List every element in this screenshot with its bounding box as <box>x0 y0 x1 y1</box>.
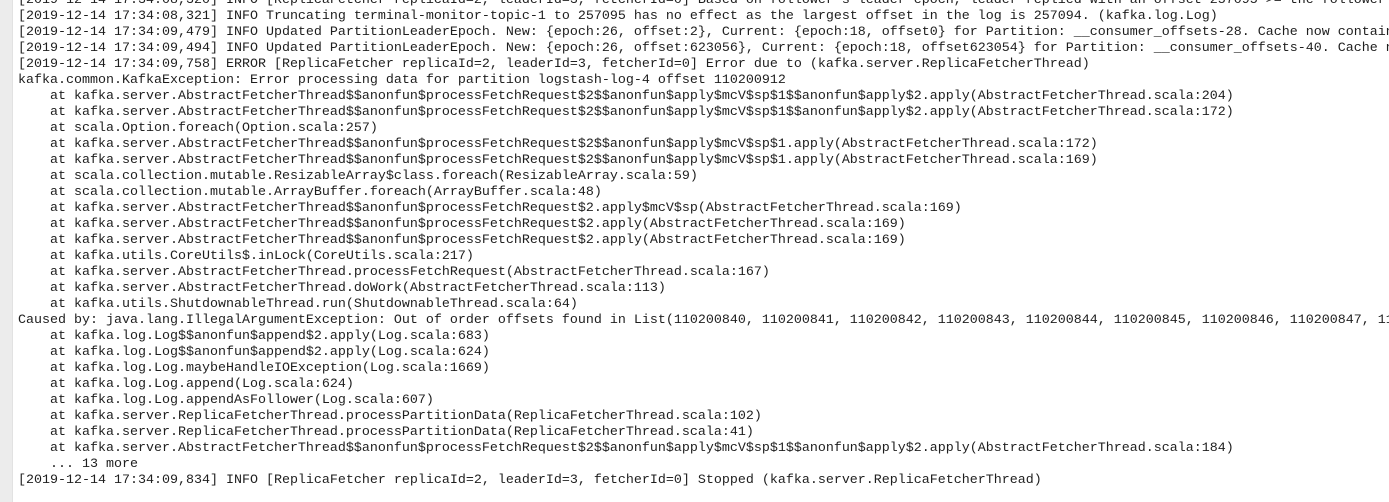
log-line: [2019-12-14 17:34:08,320] INFO [ReplicaF… <box>18 0 1389 8</box>
log-line: at scala.collection.mutable.ResizableArr… <box>18 169 698 184</box>
log-line: at kafka.server.AbstractFetcherThread$$a… <box>18 153 1098 168</box>
log-line: at kafka.log.Log.appendAsFollower(Log.sc… <box>18 393 434 408</box>
log-text-area[interactable]: [2019-12-14 17:34:08,320] INFO [ReplicaF… <box>18 0 1389 489</box>
log-line: at kafka.server.AbstractFetcherThread$$a… <box>18 201 962 216</box>
log-line: at kafka.utils.CoreUtils$.inLock(CoreUti… <box>18 249 474 264</box>
editor-gutter <box>0 0 13 502</box>
log-line: at kafka.server.AbstractFetcherThread.pr… <box>18 265 770 280</box>
log-line: [2019-12-14 17:34:08,321] INFO Truncatin… <box>18 9 1218 24</box>
log-line: at scala.collection.mutable.ArrayBuffer.… <box>18 185 602 200</box>
log-line: kafka.common.KafkaException: Error proce… <box>18 73 786 88</box>
log-line: at kafka.log.Log.maybeHandleIOException(… <box>18 361 490 376</box>
log-line: at kafka.server.AbstractFetcherThread$$a… <box>18 217 906 232</box>
log-line: at kafka.server.ReplicaFetcherThread.pro… <box>18 425 754 440</box>
log-line: at kafka.log.Log$$anonfun$append$2.apply… <box>18 345 490 360</box>
log-line: Caused by: java.lang.IllegalArgumentExce… <box>18 313 1389 328</box>
log-line: at kafka.server.AbstractFetcherThread$$a… <box>18 89 1234 104</box>
log-line: at kafka.server.AbstractFetcherThread.do… <box>18 281 666 296</box>
log-line: [2019-12-14 17:34:09,758] ERROR [Replica… <box>18 57 1090 72</box>
log-line: [2019-12-14 17:34:09,494] INFO Updated P… <box>18 41 1389 56</box>
log-line: at kafka.log.Log$$anonfun$append$2.apply… <box>18 329 490 344</box>
log-line: at kafka.server.ReplicaFetcherThread.pro… <box>18 409 762 424</box>
log-line: at scala.Option.foreach(Option.scala:257… <box>18 121 378 136</box>
log-line: at kafka.log.Log.append(Log.scala:624) <box>18 377 354 392</box>
log-line: at kafka.server.AbstractFetcherThread$$a… <box>18 441 1234 456</box>
log-line: at kafka.server.AbstractFetcherThread$$a… <box>18 137 1098 152</box>
log-line: at kafka.server.AbstractFetcherThread$$a… <box>18 233 906 248</box>
log-line: ... 13 more <box>18 457 138 472</box>
log-line: at kafka.utils.ShutdownableThread.run(Sh… <box>18 297 578 312</box>
log-line: [2019-12-14 17:34:09,479] INFO Updated P… <box>18 25 1389 40</box>
log-line: at kafka.server.AbstractFetcherThread$$a… <box>18 105 1234 120</box>
log-line: [2019-12-14 17:34:09,834] INFO [ReplicaF… <box>18 473 1042 488</box>
